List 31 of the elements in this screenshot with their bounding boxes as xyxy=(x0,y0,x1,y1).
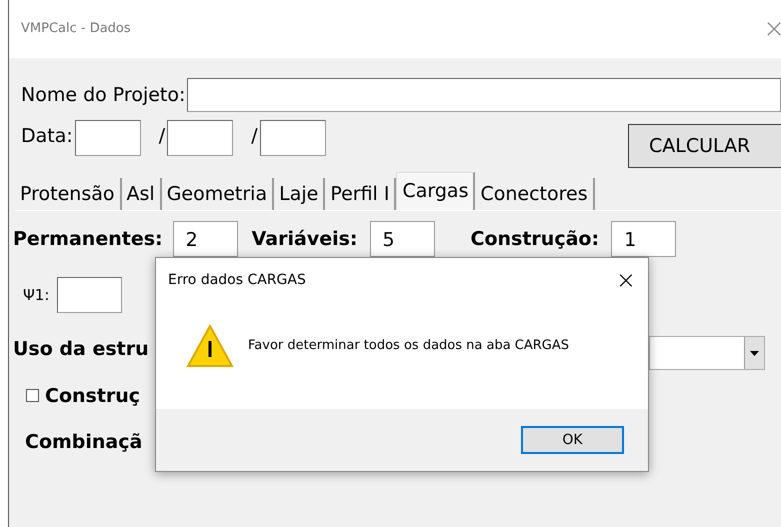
date-field[interactable] xyxy=(74,120,141,156)
dropdown-arrow-icon xyxy=(750,350,759,356)
close-button[interactable]: × xyxy=(616,268,636,292)
ok-button[interactable]: OK xyxy=(521,426,624,454)
usage-dropdown[interactable] xyxy=(649,336,765,370)
tab[interactable]: Cargas xyxy=(396,172,476,210)
count-field[interactable]: 2 xyxy=(172,221,238,257)
date-field[interactable] xyxy=(260,120,326,156)
count-field[interactable]: 1 xyxy=(611,221,676,257)
close-button[interactable]: × xyxy=(763,16,781,42)
project-name-field[interactable] xyxy=(187,78,781,112)
field-label: Variáveis: xyxy=(252,226,358,252)
field-label: Uso da estru xyxy=(13,338,149,360)
count-field[interactable]: 5 xyxy=(370,221,435,257)
calculate-button[interactable]: CALCULAR xyxy=(628,124,781,168)
checkbox[interactable] xyxy=(26,389,39,402)
psi1-field[interactable] xyxy=(57,277,122,313)
field-label: Combinaçã xyxy=(25,431,142,453)
date-separator: / xyxy=(251,124,258,149)
field-label: Construção: xyxy=(470,226,600,252)
field-label: Ψ1: xyxy=(23,284,50,306)
date-separator: / xyxy=(158,124,166,149)
field-label: Permanentes: xyxy=(13,226,163,252)
field-label: Nome do Projeto: xyxy=(21,82,186,108)
window-title: VMPCalc - Dados xyxy=(21,20,131,38)
warning-icon xyxy=(186,324,234,368)
date-field[interactable] xyxy=(167,120,234,156)
checkbox-label: Construç xyxy=(45,384,140,408)
field-label: Data: xyxy=(21,124,73,149)
dialog-message: Favor determinar todos os dados na aba CARGAS xyxy=(248,337,570,356)
dialog-title: Erro dados CARGAS xyxy=(168,270,306,290)
